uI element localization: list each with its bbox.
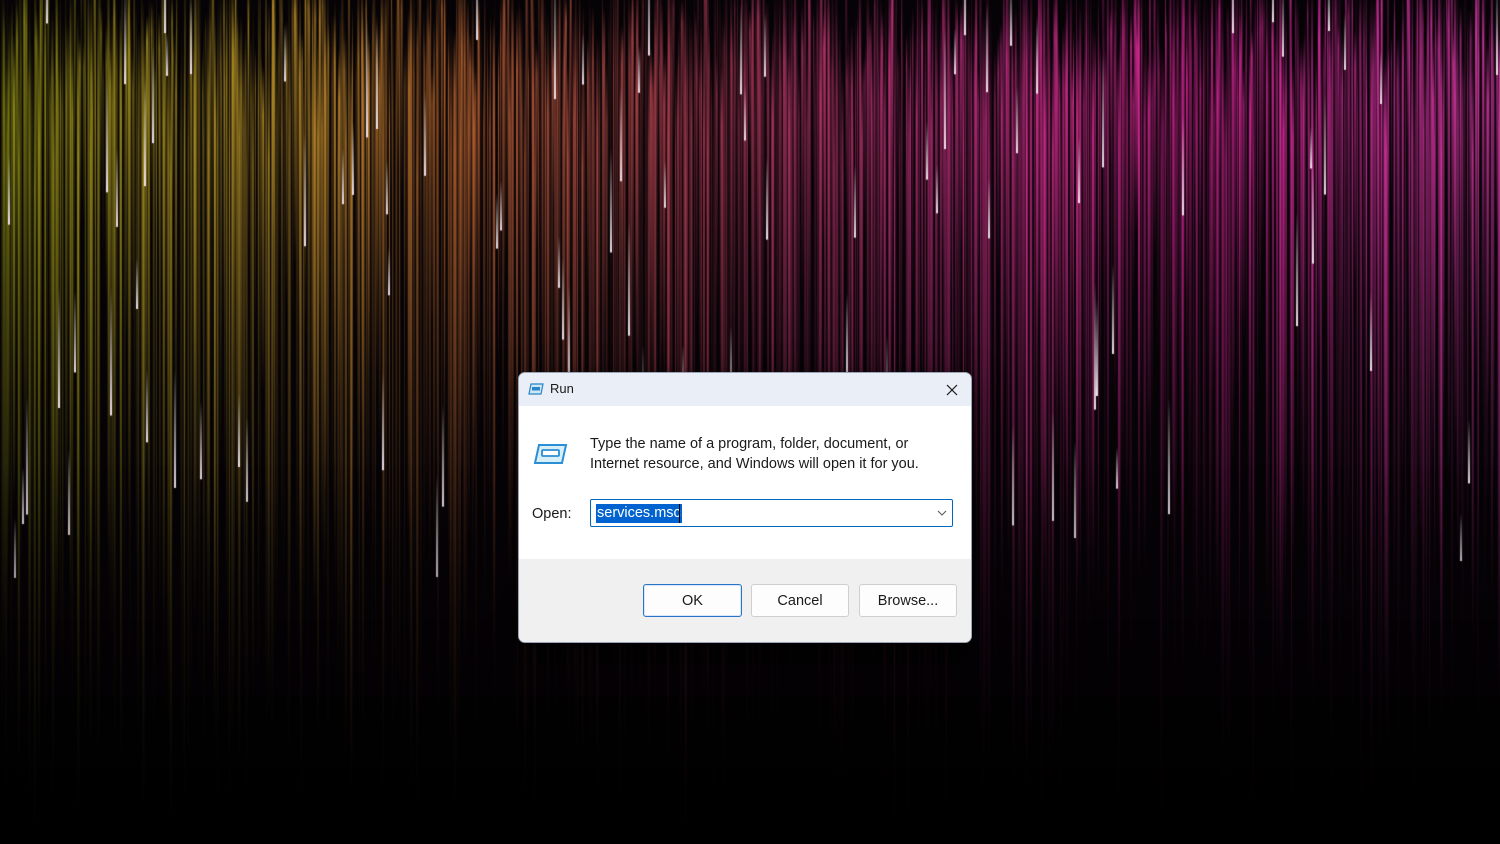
run-dialog: Run Type the name of a program, folder, … <box>518 372 972 643</box>
run-app-icon <box>528 383 544 395</box>
ok-button[interactable]: OK <box>643 584 742 617</box>
dropdown-button[interactable] <box>935 506 949 520</box>
open-combobox[interactable]: services.msc <box>590 499 953 527</box>
close-button[interactable] <box>933 373 971 406</box>
dialog-footer: OK Cancel Browse... <box>519 559 971 642</box>
text-caret <box>679 504 680 523</box>
dialog-body: Type the name of a program, folder, docu… <box>519 406 971 559</box>
browse-button[interactable]: Browse... <box>859 584 957 617</box>
description-line: Type the name of a program, folder, docu… <box>590 436 909 452</box>
title-bar[interactable]: Run <box>519 373 971 406</box>
description-line: Internet resource, and Windows will open… <box>590 456 919 472</box>
open-label: Open: <box>532 506 572 522</box>
chevron-down-icon <box>937 510 947 516</box>
run-app-icon <box>533 444 568 464</box>
window-title: Run <box>550 381 574 396</box>
dialog-description: Type the name of a program, folder, docu… <box>590 434 960 474</box>
close-icon <box>946 384 958 395</box>
cancel-button[interactable]: Cancel <box>751 584 849 617</box>
open-input-value[interactable]: services.msc <box>596 504 682 523</box>
